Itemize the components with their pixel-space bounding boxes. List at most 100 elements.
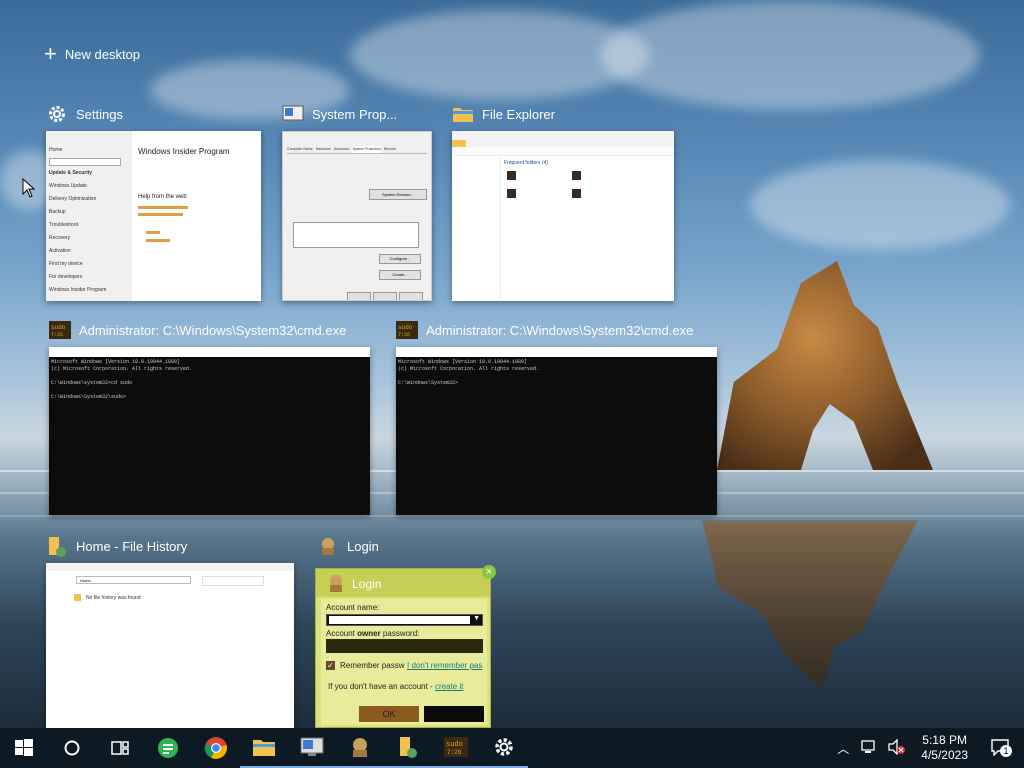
new-desktop-button[interactable]: + New desktop	[44, 41, 140, 66]
start-icon	[15, 739, 33, 756]
svg-text:7:26: 7:26	[447, 749, 462, 756]
settings-side-item: Find my device	[49, 261, 83, 267]
cmd-line	[51, 373, 368, 380]
settings-side-item: For developers	[49, 274, 83, 280]
svg-text:7:26: 7:26	[398, 332, 410, 338]
account-name-select[interactable]: ▼	[326, 614, 483, 626]
chrome-icon	[204, 737, 227, 759]
system-properties-icon	[282, 103, 304, 125]
ok-button[interactable]: OK	[359, 706, 419, 722]
tab: Remote	[383, 147, 397, 151]
create-button: Create...	[379, 270, 421, 280]
tab: Computer Name	[287, 147, 313, 151]
file-history-thumbnail[interactable]: Home No file history was found	[46, 563, 294, 728]
chevron-down-icon: ▼	[473, 615, 480, 622]
svg-text:sudo: sudo	[398, 324, 413, 331]
settings-side-item: Update & Security	[49, 170, 93, 176]
settings-side-item: Home	[49, 147, 63, 153]
taskbar: sudo 7:26 ︿ 5:18 PM 4/5/2023 1	[0, 728, 1024, 768]
system-tray: ︿ 5:18 PM 4/5/2023 1	[831, 728, 1024, 768]
login-app-icon	[317, 535, 339, 557]
window-title: Home - File History	[76, 538, 188, 554]
file-explorer-button[interactable]	[240, 728, 288, 768]
system-properties-icon	[300, 737, 324, 756]
settings-button[interactable]	[480, 728, 528, 768]
login-title: Login	[352, 577, 382, 591]
clock-time: 5:18 PM	[922, 733, 967, 747]
system-properties-button[interactable]	[288, 728, 336, 768]
clock-date: 4/5/2023	[921, 748, 968, 762]
window-title: Administrator: C:\Windows\System32\cmd.e…	[79, 322, 347, 338]
cancel-button[interactable]	[424, 706, 484, 722]
password-input[interactable]	[326, 639, 483, 653]
mouse-cursor-icon	[22, 178, 36, 198]
settings-side-item: Windows Insider Program	[49, 287, 107, 293]
tab: Advanced	[333, 147, 350, 151]
file-history-button[interactable]	[384, 728, 432, 768]
settings-side-item: Delivery Optimization	[49, 196, 97, 202]
login-app-icon	[353, 738, 367, 757]
rock-arch	[717, 261, 933, 470]
file-history-icon	[46, 535, 68, 557]
forgot-link[interactable]: I don't remember pas	[407, 661, 482, 670]
cortana-icon	[64, 740, 80, 756]
task-view-icon	[111, 741, 129, 755]
start-button[interactable]	[0, 728, 48, 768]
task-view-button[interactable]	[96, 728, 144, 768]
account-name-label: Account name:	[326, 603, 380, 612]
cmd-1-thumbnail[interactable]: Microsoft Windows [Version 10.0.19044.18…	[49, 347, 370, 515]
notification-center-icon[interactable]: 1	[978, 738, 1024, 759]
address-bar: Home	[76, 576, 191, 584]
app-green-icon	[158, 738, 178, 758]
settings-thumbnail[interactable]: Home Update & Security Windows Update De…	[46, 131, 261, 301]
cmd-line: Microsoft Windows [Version 10.0.19044.18…	[51, 359, 181, 365]
cmd-icon: sudo7:26	[396, 319, 418, 341]
chevron-up-icon[interactable]: ︿	[831, 740, 855, 757]
cmd-icon: sudo7:26	[49, 319, 71, 341]
cortana-button[interactable]	[48, 728, 96, 768]
no-account-text: If you don't have an account - create it	[328, 682, 464, 691]
password-label: Account owner password:	[326, 629, 420, 638]
window-title: System Prop...	[312, 106, 398, 122]
system-properties-thumbnail[interactable]: Computer Name Hardware Advanced System P…	[282, 131, 432, 301]
cmd-line	[398, 373, 715, 380]
cmd-line: C:\Windows\System32>	[398, 380, 459, 386]
cmd-2-thumbnail[interactable]: Microsoft Windows [Version 10.0.19044.18…	[396, 347, 717, 515]
tab: Hardware	[315, 147, 331, 151]
window-title: Settings	[76, 106, 123, 122]
svg-text:sudo: sudo	[446, 741, 463, 749]
file-history-message: No file history was found	[86, 595, 141, 601]
tab: System Protection	[352, 146, 381, 153]
login-app-button[interactable]	[336, 728, 384, 768]
settings-side-item: Troubleshoot	[49, 222, 78, 228]
window-title: Login	[347, 538, 379, 554]
volume-muted-icon[interactable]	[883, 737, 911, 758]
login-logo-icon	[326, 573, 346, 598]
create-account-link[interactable]: create it	[435, 682, 463, 691]
clock[interactable]: 5:18 PM 4/5/2023	[911, 733, 978, 763]
close-button[interactable]: ×	[482, 565, 496, 579]
remember-label: Remember passw	[340, 661, 405, 670]
remember-checkbox[interactable]: ✓	[326, 661, 335, 670]
login-window[interactable]: Login × Account name: ▼ Account owner pa…	[315, 565, 496, 728]
settings-side-item: Windows Update	[49, 183, 87, 189]
file-explorer-thumbnail[interactable]: Frequent folders (4)	[452, 131, 674, 301]
configure-button: Configure...	[379, 254, 421, 264]
app-green-button[interactable]	[144, 728, 192, 768]
window-title: Administrator: C:\Windows\System32\cmd.e…	[426, 322, 694, 338]
svg-text:sudo: sudo	[51, 324, 66, 331]
cmd-icon: sudo7:26	[444, 737, 468, 757]
svg-text:7:26: 7:26	[51, 332, 63, 338]
file-history-icon	[400, 737, 417, 758]
cmd-button[interactable]: sudo 7:26	[432, 728, 480, 768]
settings-icon	[46, 103, 68, 125]
cmd-line: C:\Windows\System32\sudo>	[51, 394, 127, 400]
network-icon[interactable]	[855, 739, 883, 758]
folder-icon	[452, 103, 474, 125]
plus-icon: +	[44, 41, 57, 66]
chrome-button[interactable]	[192, 728, 240, 768]
settings-icon	[495, 738, 513, 756]
file-explorer-icon	[253, 740, 275, 756]
settings-heading: Windows Insider Program	[138, 147, 230, 156]
cmd-line: C:\Windows\system32>cd sudo	[51, 380, 133, 386]
